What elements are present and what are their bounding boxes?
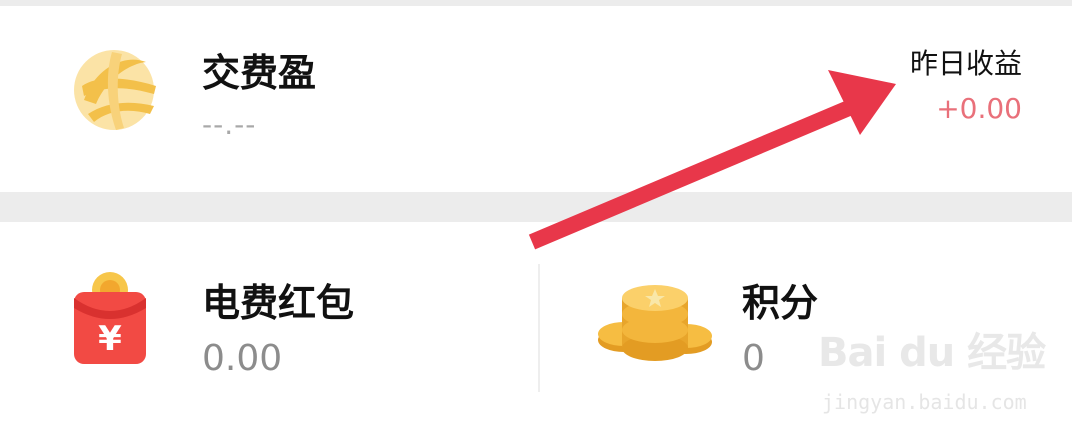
tile-value: 0.00: [202, 338, 283, 379]
tile-label: 积分: [742, 281, 819, 325]
baidu-jingyan-watermark: Bai du 经验 jingyan.baidu.com: [818, 320, 1046, 430]
svg-text:¥: ¥: [98, 319, 122, 359]
product-name: 交费盈: [202, 51, 317, 95]
watermark-url: jingyan.baidu.com: [822, 390, 1027, 414]
tile-value: 0: [742, 338, 765, 379]
red-envelope-icon: ¥: [74, 272, 146, 364]
watermark-brand: Bai du 经验: [818, 330, 1046, 376]
product-balance: --.--: [202, 108, 257, 141]
coin-stack-icon: [598, 285, 712, 361]
tile-label: 电费红包: [202, 281, 355, 325]
globe-logo-icon: [74, 50, 156, 130]
yesterday-earnings-value: +0.00: [936, 92, 1022, 125]
tile-divider: [538, 264, 540, 392]
yesterday-earnings-label: 昨日收益: [909, 47, 1022, 80]
